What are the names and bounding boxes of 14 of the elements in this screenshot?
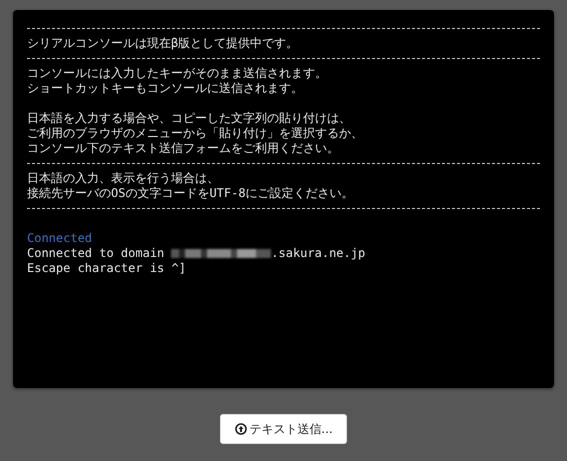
console-line: Connected to domain [27,246,164,261]
console-line: 接続先サーバのOSの文字コードをUTF-8にご設定ください。 [27,186,355,201]
console-line: コンソールには入力したキーがそのまま送信されます。 [27,66,328,81]
upload-icon [235,423,248,435]
console-line: シリアルコンソールは現在β版として提供中です。 [27,36,300,51]
console-line: ショートカットキーもコンソールに送信されます。 [27,81,304,96]
console-line: 日本語を入力する場合や、コピーした文字列の貼り付けは、 [27,111,352,126]
console-line: 日本語の入力、表示を行う場合は、 [27,171,220,186]
console-line: ご利用のブラウザのメニューから「貼り付け」を選択するか、 [27,126,364,141]
connection-status: Connected [27,231,94,246]
console-line: コンソール下のテキスト送信フォームをご利用ください。 [27,141,340,156]
send-text-button[interactable]: テキスト送信... [220,414,347,444]
console-line: Escape character is ^] [27,261,187,276]
domain-suffix: .sakura.ne.jp [271,246,366,261]
